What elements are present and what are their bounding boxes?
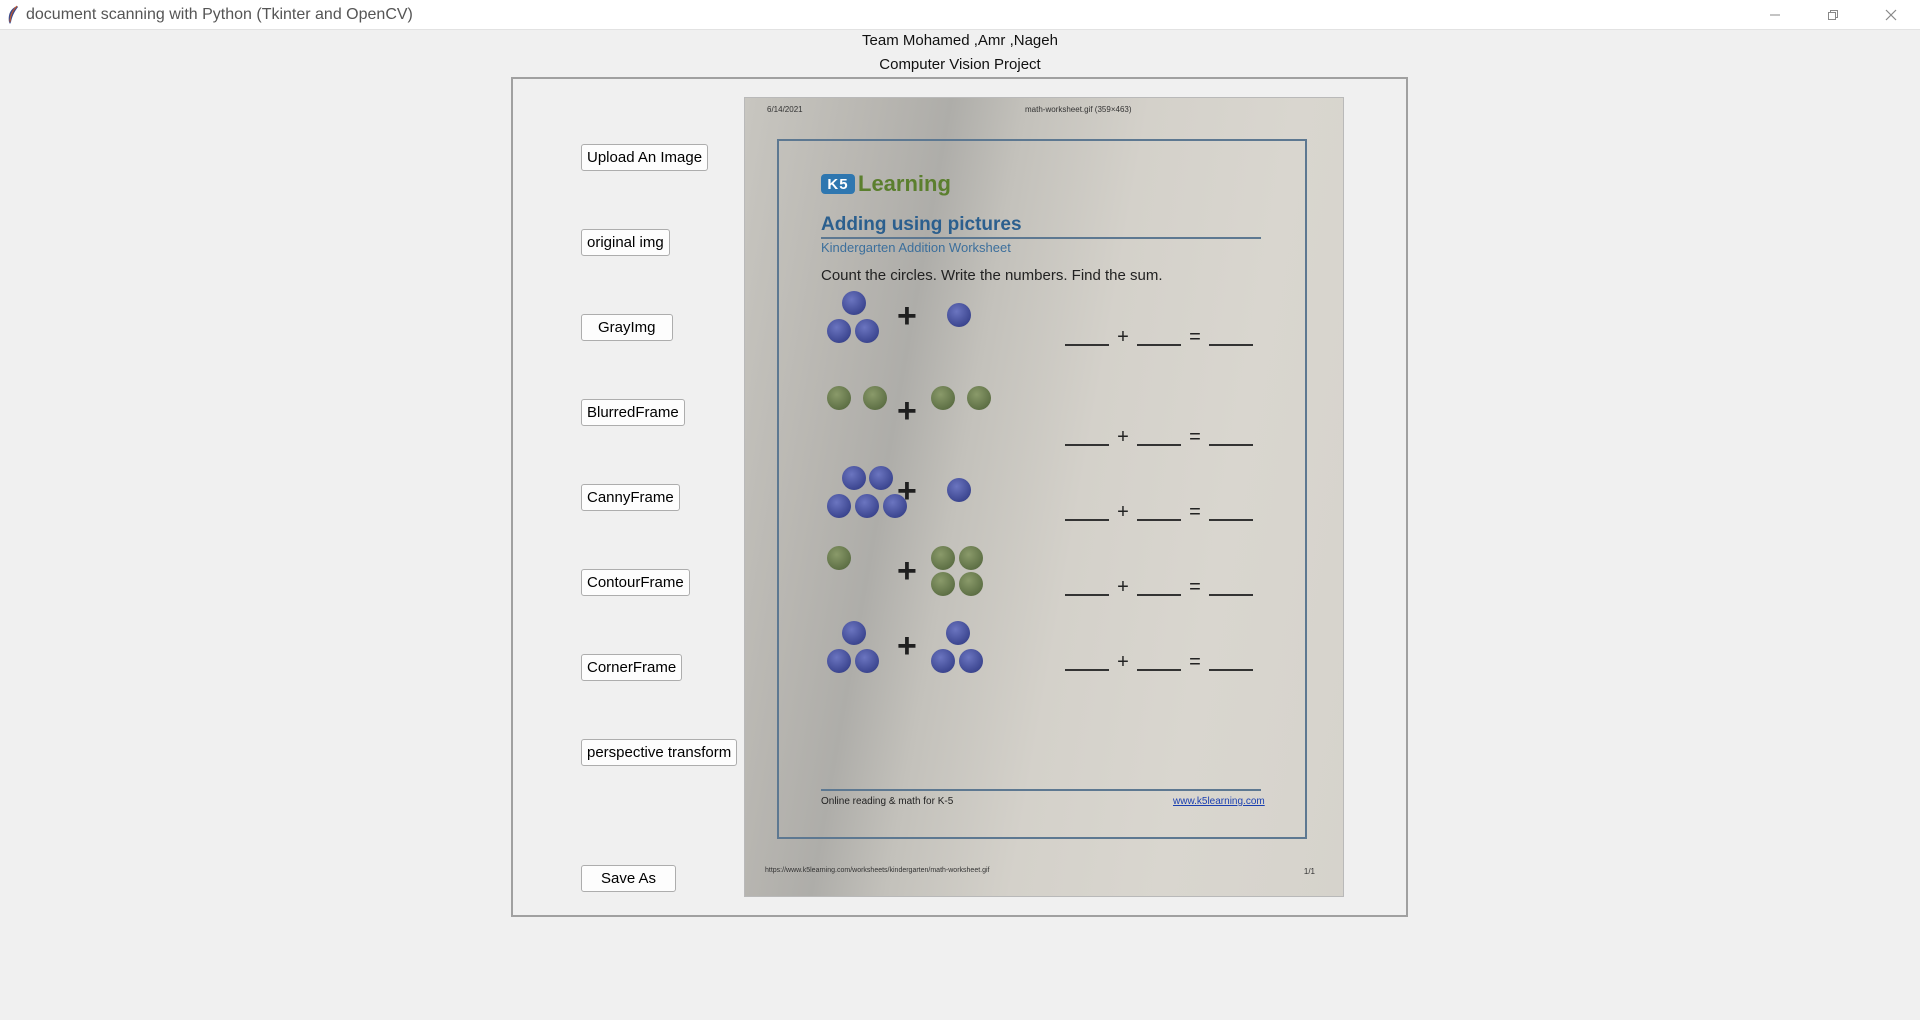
window-title: document scanning with Python (Tkinter a… xyxy=(26,5,413,23)
circle-blue xyxy=(842,621,866,645)
worksheet-footer-link: www.k5learning.com xyxy=(1173,796,1265,807)
equals-symbol: = xyxy=(1189,326,1201,348)
minimize-icon xyxy=(1770,14,1780,15)
doc-footer-url: https://www.k5learning.com/worksheets/ki… xyxy=(765,867,990,874)
blurred-frame-button[interactable]: BlurredFrame xyxy=(581,399,685,426)
k5-logo: K5 Learning xyxy=(821,171,951,197)
feather-icon xyxy=(8,5,18,24)
answer-blank xyxy=(1209,326,1253,346)
worksheet-subtitle: Kindergarten Addition Worksheet xyxy=(821,240,1011,255)
minimize-button[interactable] xyxy=(1746,0,1804,29)
circle-blue xyxy=(842,291,866,315)
project-label: Computer Vision Project xyxy=(879,56,1041,73)
answer-blanks: + = xyxy=(1065,426,1253,448)
logo-badge: K5 xyxy=(821,174,855,194)
plus-sign: + xyxy=(897,472,917,510)
answer-blank xyxy=(1209,576,1253,596)
gray-img-button[interactable]: GrayImg xyxy=(581,314,673,341)
answer-blank xyxy=(1065,501,1109,521)
circle-blue xyxy=(869,466,893,490)
answer-blank xyxy=(1137,326,1181,346)
team-label: Team Mohamed ,Amr ,Nageh xyxy=(862,32,1058,49)
save-as-button[interactable]: Save As xyxy=(581,865,677,892)
answer-blank xyxy=(1137,576,1181,596)
window-titlebar: document scanning with Python (Tkinter a… xyxy=(0,0,1920,30)
restore-icon xyxy=(1828,9,1838,20)
circle-blue xyxy=(855,494,879,518)
plus-symbol: + xyxy=(1117,576,1129,598)
plus-symbol: + xyxy=(1117,426,1129,448)
equals-symbol: = xyxy=(1189,651,1201,673)
circle-green xyxy=(827,546,851,570)
answer-blank xyxy=(1137,426,1181,446)
plus-sign: + xyxy=(897,552,917,590)
answer-blanks: + = xyxy=(1065,576,1253,598)
corner-frame-button[interactable]: CornerFrame xyxy=(581,654,683,681)
circle-blue xyxy=(827,494,851,518)
original-img-button[interactable]: original img xyxy=(581,229,670,256)
circle-blue xyxy=(855,649,879,673)
restore-button[interactable] xyxy=(1804,0,1862,29)
worksheet: K5 Learning Adding using pictures Kinder… xyxy=(777,139,1307,839)
worksheet-instructions: Count the circles. Write the numbers. Fi… xyxy=(821,267,1163,284)
circle-blue xyxy=(959,649,983,673)
answer-blanks: + = xyxy=(1065,326,1253,348)
answer-blanks: + = xyxy=(1065,651,1253,673)
answer-blank xyxy=(1065,326,1109,346)
answer-blank xyxy=(1137,501,1181,521)
circle-green xyxy=(959,546,983,570)
main-frame: Upload An Image original img GrayImg Blu… xyxy=(511,77,1408,917)
contour-frame-button[interactable]: ContourFrame xyxy=(581,569,690,596)
circle-blue xyxy=(931,649,955,673)
close-icon xyxy=(1885,9,1897,20)
doc-header-file: math-worksheet.gif (359×463) xyxy=(1025,105,1132,114)
equals-symbol: = xyxy=(1189,576,1201,598)
plus-sign: + xyxy=(897,297,917,335)
upload-image-button[interactable]: Upload An Image xyxy=(581,144,709,171)
document-preview: 6/14/2021 math-worksheet.gif (359×463) K… xyxy=(744,97,1344,897)
perspective-transform-button[interactable]: perspective transform xyxy=(581,739,738,766)
plus-symbol: + xyxy=(1117,326,1129,348)
worksheet-footer-left: Online reading & math for K-5 xyxy=(821,796,954,807)
logo-word: Learning xyxy=(858,171,951,196)
answer-blank xyxy=(1137,651,1181,671)
doc-header-date: 6/14/2021 xyxy=(767,105,803,114)
worksheet-title: Adding using pictures xyxy=(821,214,1022,235)
circle-green xyxy=(827,386,851,410)
doc-footer-page: 1/1 xyxy=(1303,867,1315,876)
circle-green xyxy=(931,546,955,570)
answer-blanks: + = xyxy=(1065,501,1253,523)
plus-sign: + xyxy=(897,392,917,430)
circle-blue xyxy=(855,319,879,343)
equals-symbol: = xyxy=(1189,426,1201,448)
answer-blank xyxy=(1209,651,1253,671)
equals-symbol: = xyxy=(1189,501,1201,523)
close-button[interactable] xyxy=(1862,0,1920,29)
answer-blank xyxy=(1065,576,1109,596)
circle-blue xyxy=(947,478,971,502)
circle-green xyxy=(959,572,983,596)
title-rule xyxy=(821,237,1261,239)
answer-blank xyxy=(1065,651,1109,671)
circle-green xyxy=(967,386,991,410)
circle-blue xyxy=(842,466,866,490)
answer-blank xyxy=(1065,426,1109,446)
footer-rule xyxy=(821,789,1261,791)
circle-blue xyxy=(947,303,971,327)
answer-blank xyxy=(1209,426,1253,446)
plus-symbol: + xyxy=(1117,651,1129,673)
circle-green xyxy=(863,386,887,410)
answer-blank xyxy=(1209,501,1253,521)
circle-blue xyxy=(827,319,851,343)
circle-green xyxy=(931,386,955,410)
plus-symbol: + xyxy=(1117,501,1129,523)
plus-sign: + xyxy=(897,627,917,665)
canny-frame-button[interactable]: CannyFrame xyxy=(581,484,680,511)
circle-blue xyxy=(827,649,851,673)
window-controls xyxy=(1746,0,1920,29)
circle-green xyxy=(931,572,955,596)
circle-blue xyxy=(946,621,970,645)
